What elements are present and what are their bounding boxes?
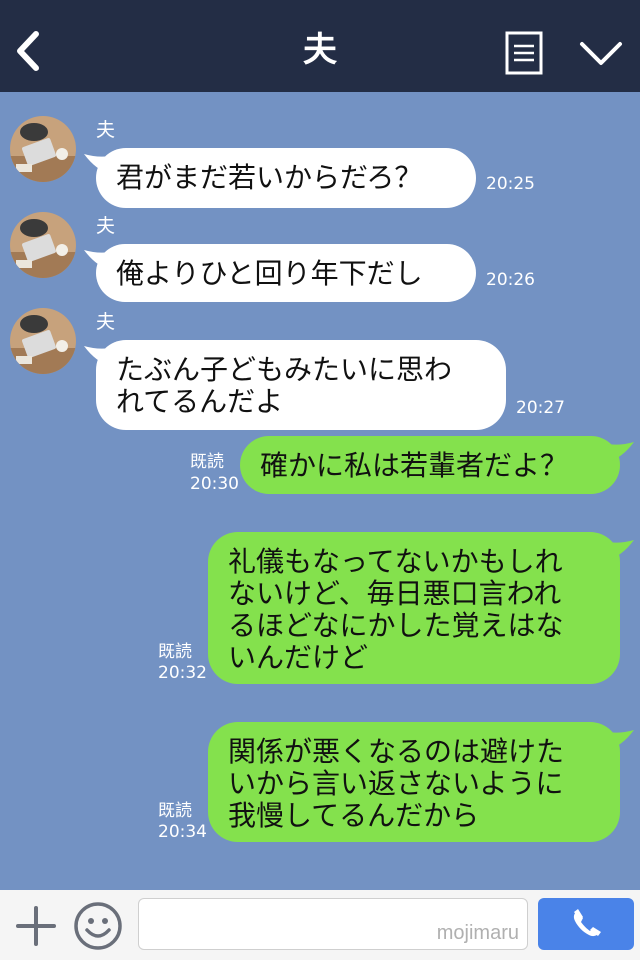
avatar[interactable] (10, 308, 76, 374)
watermark: mojimaru (436, 922, 519, 944)
menu-icon (505, 31, 543, 75)
message-bubble[interactable]: 君がまだ若いからだろ？ (96, 148, 476, 208)
avatar[interactable] (10, 116, 76, 182)
message-bubble[interactable]: 礼儀もなってないかもしれ ないけど、毎日悪口言われ るほどなにかした覚えはな い… (208, 532, 620, 684)
bubble-tail (608, 540, 634, 560)
plus-icon (16, 906, 56, 946)
menu-button[interactable] (504, 30, 544, 76)
smile-icon (74, 902, 122, 950)
message-time: 20:32 (158, 663, 207, 683)
chat-area[interactable]: 夫 君がまだ若いからだろ？ 20:25 夫 俺よりひと回り年下だし 20:26 … (0, 92, 640, 890)
message-bubble[interactable]: 関係が悪くなるのは避けた いから言い返さないように 我慢してるんだから (208, 722, 620, 842)
sticker-button[interactable] (72, 900, 124, 952)
message-bubble[interactable]: 俺よりひと回り年下だし (96, 244, 476, 302)
message-time: 20:26 (486, 270, 535, 290)
message-time: 20:27 (516, 398, 565, 418)
bubble-tail (608, 730, 634, 750)
sender-name: 夫 (96, 215, 116, 237)
message-time: 20:30 (190, 474, 239, 494)
phone-icon (573, 909, 601, 937)
read-status: 既読 (158, 642, 192, 662)
read-status: 既読 (158, 801, 192, 821)
chat-header: 夫 (0, 0, 640, 92)
sender-name: 夫 (96, 311, 116, 333)
send-button[interactable] (538, 898, 634, 950)
input-bar: mojimaru (0, 890, 640, 960)
chat-title: 夫 (303, 30, 337, 70)
read-status: 既読 (190, 452, 224, 472)
bubble-tail (608, 442, 634, 462)
add-button[interactable] (14, 904, 58, 948)
collapse-button[interactable] (576, 36, 626, 70)
avatar[interactable] (10, 212, 76, 278)
message-input[interactable]: mojimaru (138, 898, 528, 950)
chevron-down-icon (580, 42, 622, 65)
message-bubble[interactable]: 確かに私は若輩者だよ？ (240, 436, 620, 494)
message-time: 20:34 (158, 822, 207, 842)
message-time: 20:25 (486, 174, 535, 194)
message-bubble[interactable]: たぶん子どもみたいに思わ れてるんだよ (96, 340, 506, 430)
sender-name: 夫 (96, 119, 116, 141)
